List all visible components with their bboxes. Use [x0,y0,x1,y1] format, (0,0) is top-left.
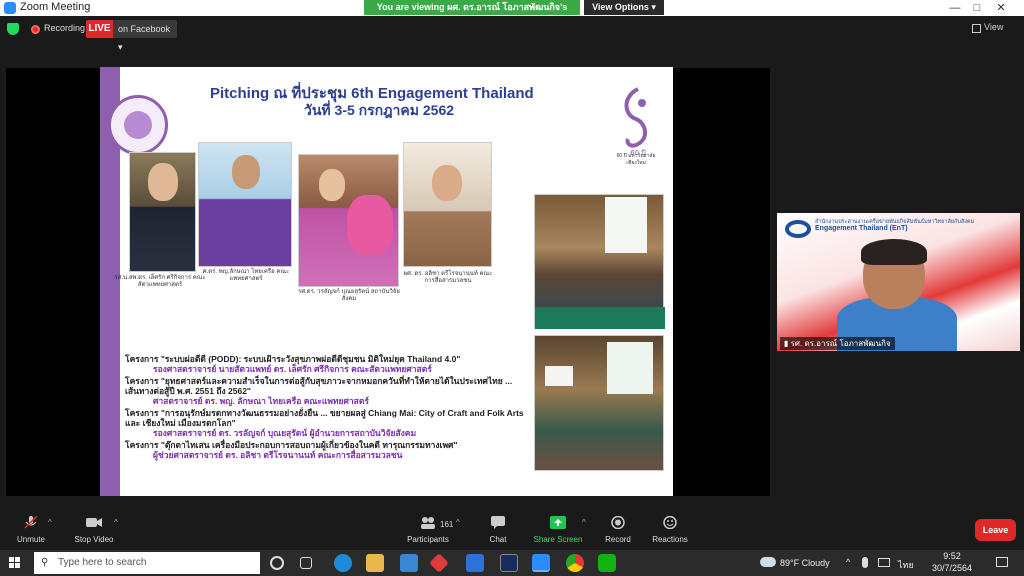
participant-video-tile[interactable]: สำนักงานประสานงานเครือข่ายพันธกิจสัมพันธ… [777,213,1020,351]
project-title: โครงการ "ยุทธศาสตร์และความสำเร็จในการต่อ… [125,376,513,396]
taskbar-search-box[interactable]: ⚲ Type here to search [34,552,260,574]
presentation-slide: Pitching ณ ที่ประชุม 6th Engagement Thai… [100,67,673,496]
participants-count: 161 [440,520,454,529]
windows-start-icon[interactable] [0,550,30,576]
share-screen-label: Share Screen [533,535,583,544]
share-options-caret[interactable]: ^ [582,518,586,527]
video-options-caret[interactable]: ^ [114,518,118,527]
project-list: โครงการ "ระบบผ่อดีดี (PODD): ระบบเฝ้าระว… [125,354,525,460]
window-title: Zoom Meeting [20,1,91,13]
person-photo-2 [198,142,292,267]
cortana-icon[interactable] [270,556,284,570]
recording-dot-icon [31,25,40,34]
project-lead: ศาสตราจารย์ ดร. พญ. ลักษณา ไทยเครือ คณะแ… [153,396,369,406]
live-target-dropdown[interactable]: on Facebook ▾ [113,20,177,52]
view-options-button[interactable]: View Options ▾ [584,0,664,15]
ent-logo-icon [785,220,811,238]
project-item: โครงการ "ระบบผ่อดีดี (PODD): ระบบเฝ้าระว… [125,354,525,374]
participants-options-caret[interactable]: ^ [456,518,460,527]
view-button[interactable]: View [984,22,1003,32]
smiley-icon [663,515,677,530]
notifications-icon[interactable] [996,557,1008,567]
project-title: โครงการ "ตุ๊กตาไทเสน เครื่องมือประกอบการ… [125,440,458,450]
view-options-label: View Options [592,2,649,12]
zoom-logo-icon [4,2,16,14]
meeting-controls: Unmute ^ Stop Video ^ Participants 161 ^… [0,510,1024,550]
tray-overflow-icon[interactable]: ^ [846,557,850,567]
zoom-taskbar-icon[interactable] [532,554,550,572]
audio-options-caret[interactable]: ^ [48,518,52,527]
anniversary-caption: 60 ปี มหาวิทยาลัยเชียงใหม่ [616,153,656,166]
live-target-label: on Facebook [118,24,171,34]
project-lead: ผู้ช่วยศาสตราจารย์ ดร. อลิชา ตรีโรจนานนท… [153,450,403,460]
chat-button[interactable]: Chat [482,516,514,544]
project-title: โครงการ "การอนุรักษ์มรดกทางวัฒนธรรมอย่าง… [125,408,524,428]
viewing-banner: You are viewing ผศ. ดร.อารณ์ โอภาสพัฒนกิ… [364,0,580,27]
video-camera-icon [86,518,102,527]
event-photo-1 [534,194,665,329]
edge-browser-icon[interactable] [334,554,352,572]
recording-label: Recording [44,23,86,33]
person-photo-3 [298,154,399,287]
search-icon: ⚲ [41,557,49,568]
language-indicator[interactable]: ไทย [898,558,914,572]
mail-icon[interactable] [400,554,418,572]
chat-bubble-icon [491,516,505,529]
record-icon [611,515,625,530]
network-icon[interactable] [878,558,890,567]
person-caption-2: ศ.ดร. พญ.ลักษณา ไทยเครือ คณะแพทยศาสตร์ [202,269,290,282]
windows-taskbar: ⚲ Type here to search 89°F Cloudy ^ ไทย … [0,550,1024,576]
stop-video-label: Stop Video [74,535,114,544]
project-title: โครงการ "ระบบผ่อดีดี (PODD): ระบบเฝ้าระว… [125,354,461,364]
share-screen-button[interactable]: Share Screen [530,516,586,544]
meeting-topbar: Recording LIVE on Facebook ▾ View [0,16,1024,52]
search-placeholder: Type here to search [58,557,147,568]
project-lead: รองศาสตราจารย์ ดร. วรลัญจก์ บุณยสุรัตน์ … [153,428,417,438]
grid-view-icon[interactable] [972,24,981,33]
slide-subtitle-date: วันที่ 3-5 กรกฎาคม 2562 [304,102,455,118]
participant-name-label: ▮ รศ. ดร.อารณ์ โอภาสพัฒนกิจ [780,337,895,350]
office-icon[interactable] [429,553,449,573]
participant-hair [861,239,927,265]
project-lead: รองศาสตราจารย์ นายสัตวแพทย์ ดร. เล็ศรัก … [153,364,432,374]
event-photo-2 [534,335,664,471]
project-item: โครงการ "ตุ๊กตาไทเสน เครื่องมือประกอบการ… [125,440,525,460]
dropbox-icon[interactable] [466,554,484,572]
participants-icon [421,517,435,529]
security-shield-icon[interactable] [7,23,19,35]
share-screen-icon [550,516,566,529]
file-explorer-icon[interactable] [366,554,384,572]
tile-org-line2: Engagement Thailand (EnT) [815,225,908,232]
participants-label: Participants [407,535,449,544]
leave-button[interactable]: Leave [975,519,1016,541]
cloud-weather-icon [760,557,776,567]
reactions-label: Reactions [652,535,688,544]
person-caption-1: รศ.น.สพ.ดร. เล็ศรัก ศรีกิจการ คณะสัตวแพท… [114,275,206,288]
stop-video-button[interactable]: Stop Video [70,516,118,544]
terminal-app-icon[interactable] [500,554,518,572]
person-caption-3: รศ.ดร. วรลัญจก์ บุณยสุรัตน์ สถาบันวิจัยส… [298,289,400,302]
clock-time[interactable]: 9:52 [932,551,972,561]
microphone-muted-icon [24,515,38,529]
unmute-button[interactable]: Unmute [12,515,50,544]
mic-tray-icon[interactable] [862,557,868,568]
chrome-icon[interactable] [566,554,584,572]
live-badge[interactable]: LIVE [86,20,113,38]
project-item: โครงการ "การอนุรักษ์มรดกทางวัฒนธรรมอย่าง… [125,408,525,438]
reactions-button[interactable]: Reactions [650,515,690,544]
clock-date[interactable]: 30/7/2564 [926,563,978,573]
university-seal-logo [108,95,168,155]
line-app-icon[interactable] [598,554,616,572]
person-photo-4 [403,142,492,267]
chat-label: Chat [489,535,507,544]
task-view-icon[interactable] [300,557,312,569]
record-button[interactable]: Record [600,515,636,544]
close-icon[interactable]: ✕ [978,0,1024,16]
record-label: Record [605,535,631,544]
person-caption-4: ผศ. ดร. อลิชา ตรีโรจนานนท์ คณะการสื่อสาร… [403,271,493,284]
project-item: โครงการ "ยุทธศาสตร์และความสำเร็จในการต่อ… [125,376,525,406]
person-photo-1 [129,152,196,272]
unmute-label: Unmute [16,535,45,544]
weather-label[interactable]: 89°F Cloudy [780,558,830,568]
